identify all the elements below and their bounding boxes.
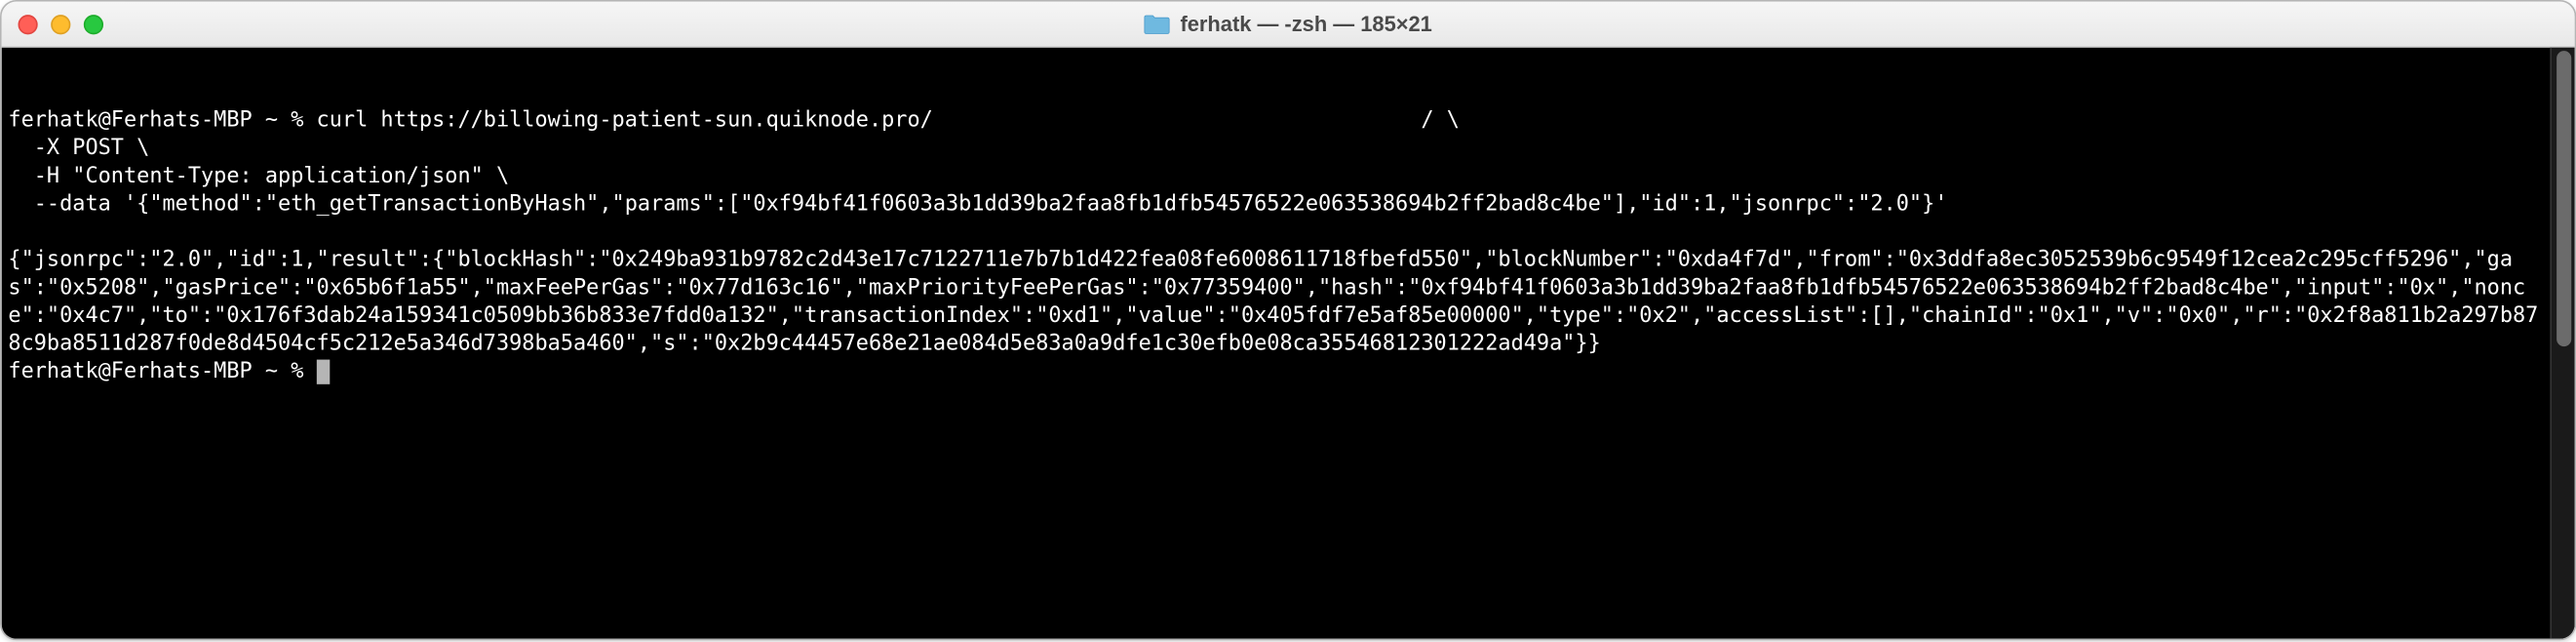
terminal-window: ferhatk — -zsh — 185×21 ferhatk@Ferhats-… bbox=[0, 0, 2576, 640]
minimize-icon[interactable] bbox=[51, 14, 70, 33]
terminal-content: ferhatk@Ferhats-MBP ~ % curl https://bil… bbox=[8, 106, 2567, 385]
command-line-1: ferhatk@Ferhats-MBP ~ % curl https://bil… bbox=[8, 106, 2545, 135]
scrollbar[interactable] bbox=[2550, 48, 2574, 639]
close-icon[interactable] bbox=[19, 14, 38, 33]
command-line-3: -H "Content-Type: application/json" \ bbox=[8, 163, 2545, 191]
cmd-text-1b: / \ bbox=[1421, 108, 1460, 133]
traffic-lights bbox=[2, 14, 103, 33]
titlebar[interactable]: ferhatk — -zsh — 185×21 bbox=[2, 2, 2575, 48]
redacted-segment bbox=[933, 108, 1422, 133]
prompt-line-2: ferhatk@Ferhats-MBP ~ % bbox=[8, 358, 2545, 386]
prompt: ferhatk@Ferhats-MBP ~ % bbox=[8, 108, 316, 133]
window-title-text: ferhatk — -zsh — 185×21 bbox=[1180, 12, 1431, 36]
command-line-2: -X POST \ bbox=[8, 135, 2545, 163]
scrollbar-thumb[interactable] bbox=[2556, 51, 2571, 346]
response-output: {"jsonrpc":"2.0","id":1,"result":{"block… bbox=[8, 246, 2545, 357]
window-title: ferhatk — -zsh — 185×21 bbox=[2, 12, 2575, 36]
folder-icon bbox=[1144, 13, 1170, 34]
terminal-body[interactable]: ferhatk@Ferhats-MBP ~ % curl https://bil… bbox=[2, 48, 2575, 639]
maximize-icon[interactable] bbox=[84, 14, 103, 33]
command-line-4: --data '{"method":"eth_getTransactionByH… bbox=[8, 190, 2545, 219]
cursor-icon bbox=[317, 360, 330, 384]
blank-line bbox=[8, 219, 2545, 247]
cmd-text-1a: curl https://billowing-patient-sun.quikn… bbox=[317, 108, 933, 133]
prompt: ferhatk@Ferhats-MBP ~ % bbox=[8, 360, 316, 384]
